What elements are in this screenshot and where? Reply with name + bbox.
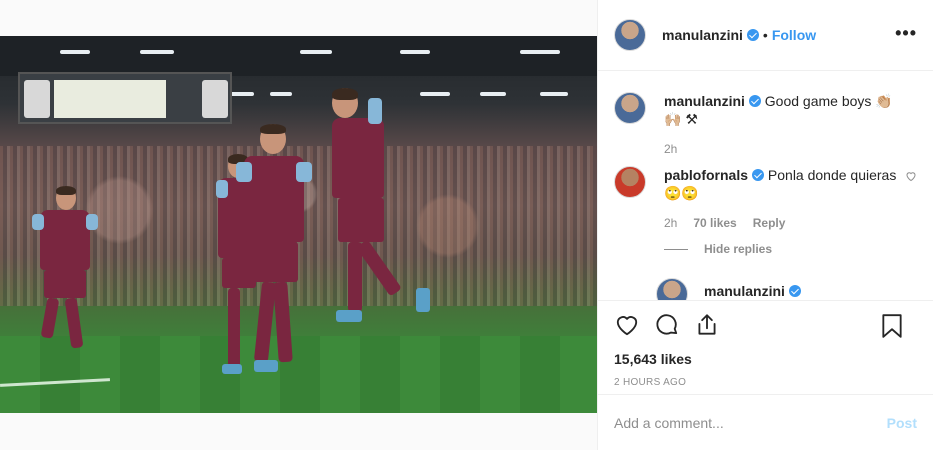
reply-button[interactable]: Reply xyxy=(753,216,786,230)
reply-time[interactable]: 2h xyxy=(664,216,677,230)
reply-username[interactable]: pablofornals xyxy=(664,167,748,183)
hide-replies-button[interactable]: Hide replies xyxy=(664,242,917,256)
floodlight xyxy=(540,92,568,96)
post-timestamp[interactable]: 2 HOURS AGO xyxy=(614,377,917,388)
score-panel xyxy=(54,80,166,118)
player-figure xyxy=(30,186,100,376)
reply-meta: 2h 70 likes Reply xyxy=(664,216,917,230)
post-header: manulanzini • Follow ••• xyxy=(598,0,933,71)
post-comment-button[interactable]: Post xyxy=(887,415,917,431)
verified-badge-icon xyxy=(788,285,801,297)
player-figure xyxy=(322,88,442,338)
floodlight xyxy=(300,50,332,54)
partial-reply-avatar[interactable] xyxy=(656,278,688,300)
stadium-scoreboard xyxy=(18,72,232,124)
floodlight xyxy=(400,50,430,54)
verified-badge-icon xyxy=(752,169,765,181)
verified-badge-icon xyxy=(748,95,761,107)
like-comment-heart-icon[interactable] xyxy=(905,170,917,182)
caption-avatar[interactable] xyxy=(614,92,646,124)
post-side-panel: manulanzini • Follow ••• manulanzini Goo… xyxy=(597,0,933,450)
floodlight xyxy=(60,50,90,54)
follow-button[interactable]: Follow xyxy=(772,27,816,43)
author-avatar[interactable] xyxy=(614,19,646,51)
stadium-roof xyxy=(0,36,597,76)
reply-likes[interactable]: 70 likes xyxy=(693,216,736,230)
post-actions: 15,643 likes 2 HOURS AGO xyxy=(598,300,933,394)
post-photo[interactable] xyxy=(0,36,597,413)
player-figure xyxy=(236,124,326,394)
floodlight xyxy=(480,92,506,96)
comment-icon[interactable] xyxy=(654,312,680,338)
reply-comment: pablofornals Ponla donde quieras 🙄🙄 xyxy=(614,166,917,202)
club-crest xyxy=(202,80,228,118)
floodlight xyxy=(230,92,254,96)
verified-badge-icon xyxy=(746,29,759,41)
caption-comment: manulanzini Good game boys 👏🏼🙌🏼 ⚒ xyxy=(614,92,917,128)
reply-avatar[interactable] xyxy=(614,166,646,198)
hide-replies-label: Hide replies xyxy=(704,242,773,256)
comment-input[interactable] xyxy=(614,414,887,431)
background-top xyxy=(0,0,597,36)
caption-meta: 2h xyxy=(664,142,917,156)
caption-time[interactable]: 2h xyxy=(664,142,677,156)
partial-reply-username[interactable]: manulanzini xyxy=(704,283,785,299)
caption-username[interactable]: manulanzini xyxy=(664,93,745,109)
floodlight xyxy=(520,50,560,54)
bookmark-icon[interactable] xyxy=(881,313,903,339)
share-icon[interactable] xyxy=(694,312,720,338)
floodlight xyxy=(140,50,174,54)
separator-dot: • xyxy=(762,27,768,43)
partial-reply: manulanzini xyxy=(656,278,917,300)
add-comment-section: Post xyxy=(598,394,933,450)
author-username[interactable]: manulanzini xyxy=(662,27,743,43)
floodlight xyxy=(270,92,292,96)
more-options-icon[interactable]: ••• xyxy=(895,24,917,42)
club-crest xyxy=(24,80,50,118)
hide-replies-line xyxy=(664,248,688,250)
comments-list[interactable]: manulanzini Good game boys 👏🏼🙌🏼 ⚒ 2h pab… xyxy=(598,72,933,300)
heart-icon[interactable] xyxy=(614,312,640,338)
likes-count[interactable]: 15,643 likes xyxy=(614,351,917,367)
background-bottom xyxy=(0,413,597,450)
